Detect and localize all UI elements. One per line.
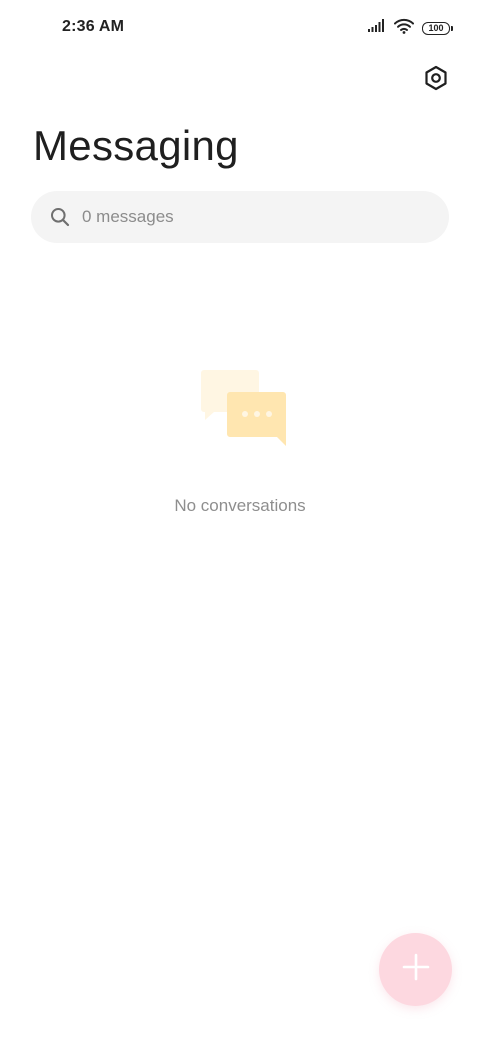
settings-button[interactable]: [420, 64, 452, 96]
status-bar: 2:36 AM 100: [0, 0, 480, 56]
status-time: 2:36 AM: [62, 18, 125, 35]
search-icon: [50, 207, 70, 227]
wifi-icon: [394, 18, 414, 39]
status-icons: 100: [368, 18, 453, 39]
search-bar[interactable]: [31, 191, 449, 243]
signal-icon: [368, 18, 386, 38]
empty-state-text: No conversations: [174, 496, 306, 515]
page-title: Messaging: [33, 122, 239, 169]
messaging-screen: 2:36 AM 100 Messaging 0 messages No conv…: [0, 0, 480, 1040]
chat-bubbles-icon: [190, 366, 290, 450]
settings-hexagon-icon: [423, 65, 449, 96]
battery-icon: 100: [422, 21, 453, 35]
plus-icon: [402, 953, 430, 986]
search-input[interactable]: [82, 202, 402, 232]
battery-level: 100: [428, 22, 444, 33]
empty-state: No conversations: [0, 366, 480, 516]
new-conversation-button[interactable]: [379, 933, 452, 1006]
